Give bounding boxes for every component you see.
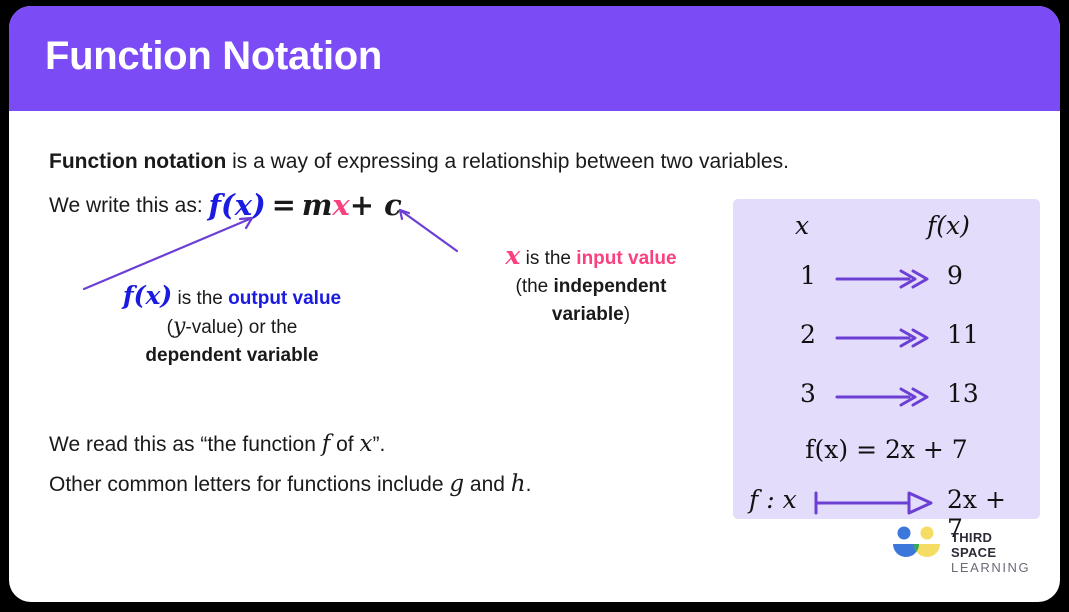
third-space-learning-mark-icon (893, 526, 940, 557)
mapping-input-value: 3 (800, 379, 816, 408)
reading-line2-a: Other common letters for functions inclu… (49, 473, 450, 496)
brand-logo: THIRD SPACE LEARNING (889, 524, 1039, 575)
annotation-input-line-3: variable) (457, 301, 725, 329)
maplet-left: f : x (749, 485, 797, 514)
mapping-input-value: 1 (800, 261, 816, 290)
intro-bold-term: Function notation (49, 150, 227, 173)
annotation-output-y-var: y (172, 314, 186, 339)
annotation-output-line-1: f(x) is the output value (57, 282, 407, 313)
logo-line-2: LEARNING (951, 560, 1031, 575)
reading-line1-c: ”. (372, 433, 386, 456)
mapping-output-value: 11 (947, 320, 979, 349)
intro-line-1: Function notation is a way of expressing… (49, 150, 789, 174)
reading-line-1: We read this as “the function f of x”. (49, 431, 385, 457)
mapping-output-value: 13 (947, 379, 979, 408)
annotation-input-symbol: x (505, 241, 521, 270)
formula-fx: f(x) (208, 188, 266, 222)
mapping-input-value: 2 (800, 320, 816, 349)
intro-line-1-rest: is a way of expressing a relationship be… (226, 150, 789, 173)
reading-line1-a: We read this as “the function (49, 433, 322, 456)
mapping-header-output: f(x) (927, 211, 970, 240)
annotation-input-line-1: x is the input value (457, 242, 725, 273)
annotation-input-line2-bold: independent (553, 276, 667, 297)
formula-lead-text: We write this as: (49, 194, 203, 217)
reading-line-2: Other common letters for functions inclu… (49, 471, 531, 497)
annotation-output-line1-rest: is the (172, 288, 229, 309)
reading-line1-b: of (330, 433, 360, 456)
mapping-equation: f(x) = 2x + 7 (805, 435, 968, 464)
annotation-output-line-3: dependent variable (145, 345, 319, 366)
annotation-input-line3-post: ) (623, 304, 631, 325)
mapping-row: 3 13 (733, 377, 1040, 417)
arrow-to-input (398, 208, 459, 253)
annotation-output-highlight: output value (228, 288, 342, 309)
mapping-output-value: 9 (947, 261, 963, 290)
annotation-input-line-2: (the independent (457, 273, 725, 301)
mapping-row: 2 11 (733, 318, 1040, 358)
annotation-output-value: f(x) is the output value (y-value) or th… (57, 282, 407, 370)
annotation-input-line3-bold: variable (551, 304, 624, 325)
page-title: Function Notation (45, 34, 383, 78)
mapping-panel: x f(x) 1 9 2 11 3 13 f(x) = 2x + 7 f: x… (733, 199, 1040, 543)
card-header: Function Notation (9, 6, 1060, 111)
annotation-output-line2-post: -value) or the (185, 317, 298, 338)
logo-line-1: THIRD SPACE (951, 530, 997, 560)
mapping-header-input: x (795, 211, 810, 240)
mapping-arrow-icon (835, 328, 929, 348)
annotation-input-line1-rest: is the (520, 248, 577, 269)
formula-plus-c: + c (349, 188, 402, 222)
formula-m: m (301, 188, 333, 222)
annotation-input-line2-pre: (the (515, 276, 554, 297)
mapping-arrow-icon (835, 387, 929, 407)
formula-x: x (332, 188, 350, 222)
reading-line1-f: f (321, 431, 331, 457)
annotation-input-highlight: input value (576, 248, 677, 269)
mapping-row: 1 9 (733, 259, 1040, 299)
reading-line1-x: x (359, 431, 373, 457)
mapping-arrow-icon (835, 269, 929, 289)
maplet-notation-row: f : x 2x + 7 (749, 485, 1029, 543)
reading-line2-g: g (449, 471, 465, 497)
reading-line2-h: h (510, 471, 526, 497)
maplet-arrow-icon (814, 491, 933, 515)
reading-line2-c: . (525, 473, 532, 496)
formula-equals: = (271, 188, 296, 222)
annotation-output-symbol: f(x) (122, 281, 173, 310)
annotation-output-line-2: (y-value) or the (57, 313, 407, 342)
formula-line: We write this as: f(x) = mx+ c (49, 188, 402, 222)
arrow-to-output (82, 216, 254, 291)
annotation-input-value: x is the input value (the independent va… (457, 242, 725, 329)
lesson-card: Function Notation Function notation is a… (9, 6, 1060, 602)
logo-wordmark: THIRD SPACE LEARNING (951, 530, 1039, 575)
reading-line2-b: and (464, 473, 511, 496)
